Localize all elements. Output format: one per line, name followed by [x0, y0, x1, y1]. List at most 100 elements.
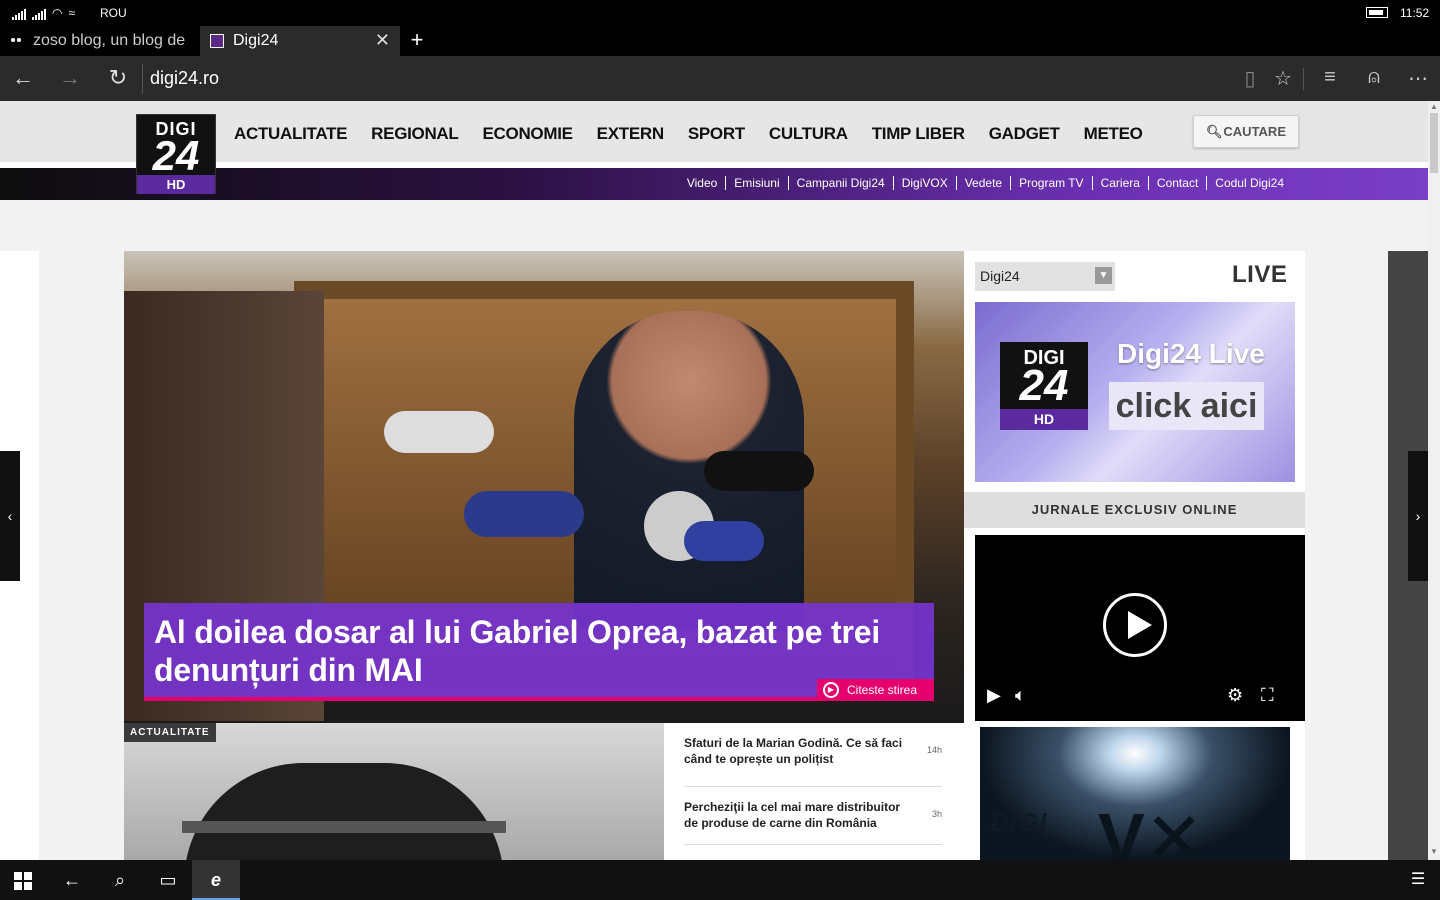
- subnav-video[interactable]: Video: [679, 176, 727, 190]
- reading-view-icon[interactable]: ▯: [1235, 66, 1265, 91]
- subnav-campanii[interactable]: Campanii Digi24: [789, 176, 894, 190]
- nav-actualitate[interactable]: ACTUALITATE: [234, 124, 347, 144]
- nav-timp-liber[interactable]: TIMP LIBER: [872, 124, 965, 144]
- hub-icon[interactable]: ≡: [1315, 66, 1345, 89]
- scroll-up-icon[interactable]: ▲: [1430, 102, 1438, 111]
- back-icon[interactable]: ←: [60, 868, 84, 892]
- nav-economie[interactable]: ECONOMIE: [483, 124, 573, 144]
- tab-title: Digi24: [233, 32, 279, 49]
- microphone-icon: [684, 521, 764, 561]
- cell-signal-2-icon: [32, 8, 46, 20]
- subnav-vedete[interactable]: Vedete: [957, 176, 1012, 190]
- news-title[interactable]: Percheziţii la cel mai mare distribuitor…: [684, 799, 906, 831]
- live-banner[interactable]: DIGI 24 HD Digi24 Live click aici: [975, 302, 1295, 482]
- hero-story[interactable]: Al doilea dosar al lui Gabriel Oprea, ba…: [124, 251, 964, 723]
- nav-cultura[interactable]: CULTURA: [769, 124, 848, 144]
- hero-headline[interactable]: Al doilea dosar al lui Gabriel Oprea, ba…: [154, 613, 924, 689]
- action-center-icon[interactable]: ☰: [1406, 868, 1430, 892]
- scroll-down-icon[interactable]: ▼: [1430, 847, 1438, 856]
- browser-toolbar: ← → ↻ digi24.ro ▯ ☆ ≡ ⍝ ⋯: [0, 56, 1440, 101]
- secondary-story[interactable]: ACTUALITATE: [124, 723, 664, 860]
- logo-hd: HD: [1000, 409, 1088, 430]
- tab-title: zoso blog, un blog de: [33, 32, 186, 49]
- digi24-logo[interactable]: DIGI 24 HD: [136, 114, 216, 194]
- taskbar: ← ⌕ ▭ e ☰: [0, 860, 1440, 900]
- share-icon[interactable]: ⍝: [1359, 66, 1389, 89]
- vox-logo: V✕: [1098, 799, 1204, 860]
- tab-strip: zoso blog, un blog de Digi24 ✕ +: [0, 26, 1440, 56]
- subnav-codul[interactable]: Codul Digi24: [1207, 176, 1292, 190]
- prev-slide-chevron-icon[interactable]: ‹: [0, 451, 20, 581]
- windows-start-icon[interactable]: [14, 872, 32, 890]
- close-tab-icon[interactable]: ✕: [375, 30, 390, 51]
- camera-icon: [704, 451, 814, 491]
- story-photo-hat-band: [182, 821, 506, 833]
- logo-24: 24: [1019, 361, 1069, 410]
- journal-heading: JURNALE EXCLUSIV ONLINE: [964, 492, 1305, 528]
- hero-caption[interactable]: Al doilea dosar al lui Gabriel Oprea, ba…: [144, 603, 934, 701]
- logo-24: 24: [152, 132, 200, 179]
- clock: 11:52: [1400, 6, 1430, 20]
- microphone-icon: [384, 411, 494, 453]
- live-banner-title: Digi24 Live: [1117, 338, 1265, 369]
- subnav-contact[interactable]: Contact: [1149, 176, 1208, 190]
- nav-gadget[interactable]: GADGET: [989, 124, 1060, 144]
- edge-icon: e: [210, 870, 221, 890]
- subnav-cariera[interactable]: Cariera: [1093, 176, 1149, 190]
- digivox-wordmark: DIGI: [990, 807, 1048, 837]
- forward-arrow-icon[interactable]: →: [55, 66, 85, 90]
- search-icon[interactable]: ⌕: [108, 868, 132, 892]
- nav-sport[interactable]: SPORT: [688, 124, 745, 144]
- news-list: Sfaturi de la Marian Godină. Ce să faci …: [664, 723, 964, 860]
- wifi-2-icon: ≈: [68, 6, 76, 20]
- read-more-button[interactable]: ▶ Citeste stirea: [817, 679, 934, 701]
- search-icon: 🔍︎: [1206, 124, 1223, 139]
- video-player[interactable]: ▶ 🔈︎ ⚙ ⛶: [975, 535, 1305, 721]
- carrier-label: ROU: [100, 6, 127, 20]
- new-tab-button[interactable]: +: [405, 26, 429, 56]
- live-banner-cta[interactable]: click aici: [1109, 382, 1264, 430]
- toolbar-divider: [1303, 68, 1304, 90]
- task-view-icon[interactable]: ▭: [156, 868, 180, 892]
- page-scrollbar[interactable]: ▲ ▼: [1428, 101, 1440, 860]
- digivox-banner[interactable]: DIGI V✕: [980, 727, 1290, 860]
- fullscreen-icon[interactable]: ⛶: [1261, 685, 1274, 706]
- news-age: 3h: [931, 809, 942, 819]
- play-circle-icon: ▶: [823, 682, 839, 698]
- signal-icons: ◠ ≈: [12, 6, 75, 20]
- subnav-digivox[interactable]: DigiVOX: [894, 176, 957, 190]
- microphone-icon: [464, 491, 584, 537]
- play-icon[interactable]: ▶: [987, 685, 1001, 706]
- story-photo-hat: [184, 763, 504, 860]
- nav-meteo[interactable]: METEO: [1084, 124, 1143, 144]
- nav-extern[interactable]: EXTERN: [597, 124, 664, 144]
- logo-hd: HD: [137, 175, 215, 194]
- channel-select-value: Digi24: [980, 268, 1020, 284]
- refresh-icon[interactable]: ↻: [103, 66, 133, 90]
- live-label: LIVE: [1232, 261, 1288, 288]
- favorite-star-icon[interactable]: ☆: [1268, 66, 1298, 91]
- next-slide-chevron-icon[interactable]: ›: [1408, 451, 1428, 581]
- list-item[interactable]: Percheziţii la cel mai mare distribuitor…: [684, 799, 942, 845]
- news-title[interactable]: Sfaturi de la Marian Godină. Ce să faci …: [684, 735, 906, 767]
- volume-icon[interactable]: 🔈︎: [1015, 685, 1026, 706]
- more-icon[interactable]: ⋯: [1403, 66, 1433, 91]
- back-arrow-icon[interactable]: ←: [8, 66, 38, 90]
- web-page: DIGI 24 HD ACTUALITATE REGIONAL ECONOMIE…: [0, 101, 1428, 860]
- address-field[interactable]: digi24.ro: [142, 64, 1222, 94]
- subnav-emisiuni[interactable]: Emisiuni: [726, 176, 789, 190]
- settings-gear-icon[interactable]: ⚙: [1227, 685, 1243, 706]
- digi24-favicon-icon: [210, 34, 224, 48]
- system-status-bar: ◠ ≈ ROU 11:52: [0, 0, 1440, 26]
- tab-zoso[interactable]: zoso blog, un blog de: [0, 26, 198, 56]
- tab-digi24[interactable]: Digi24 ✕: [200, 26, 400, 56]
- scrollbar-thumb[interactable]: [1430, 113, 1438, 173]
- edge-taskbar-button[interactable]: e: [192, 860, 240, 900]
- list-item[interactable]: Sfaturi de la Marian Godină. Ce să faci …: [684, 735, 942, 787]
- channel-select[interactable]: Digi24 ▼: [975, 262, 1115, 291]
- subnav-program-tv[interactable]: Program TV: [1011, 176, 1093, 190]
- big-play-icon[interactable]: [1103, 593, 1167, 657]
- battery-icon: [1366, 7, 1388, 18]
- nav-regional[interactable]: REGIONAL: [371, 124, 459, 144]
- search-button[interactable]: 🔍︎ CAUTARE: [1193, 115, 1299, 148]
